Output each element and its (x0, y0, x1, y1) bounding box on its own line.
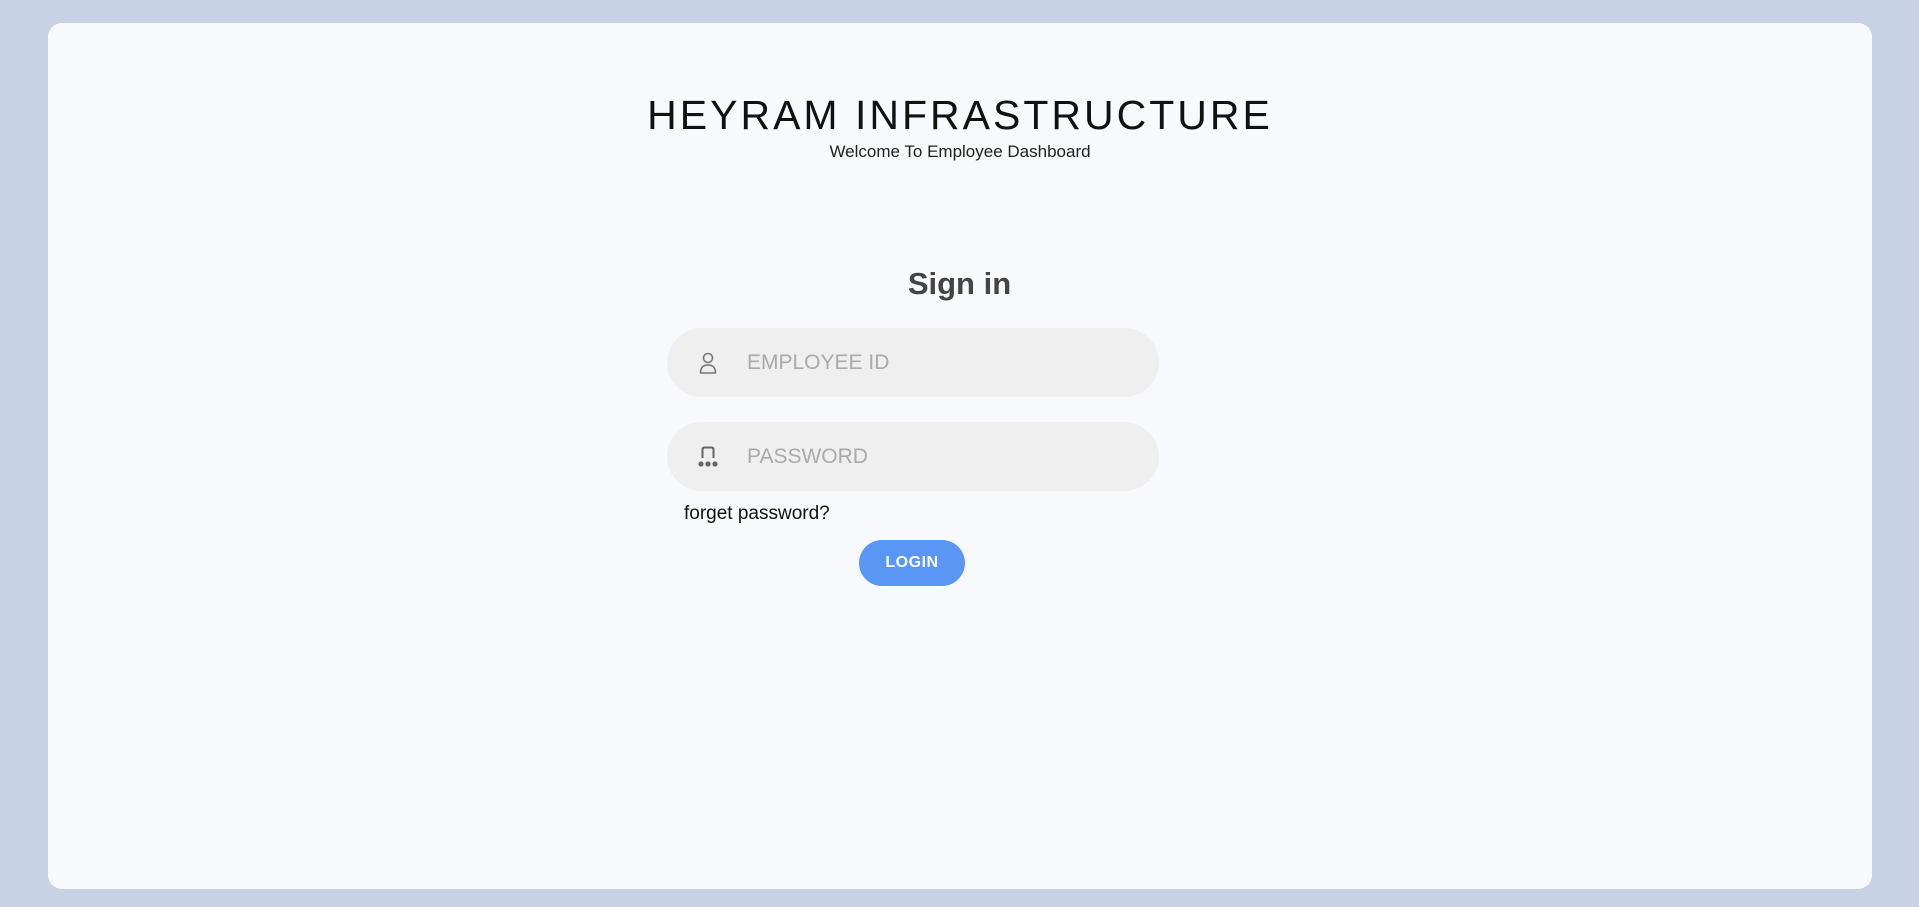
brand-header: HEYRAM INFRASTRUCTURE Welcome To Employe… (48, 91, 1872, 163)
welcome-subtitle: Welcome To Employee Dashboard (829, 142, 1091, 161)
password-input[interactable] (745, 443, 1129, 470)
signin-title: Sign in (907, 266, 1012, 301)
password-icon (697, 444, 719, 470)
employee-id-field[interactable] (667, 328, 1159, 397)
company-title: HEYRAM INFRASTRUCTURE (647, 92, 1273, 138)
password-field[interactable] (667, 422, 1159, 491)
forgot-password-link[interactable]: forget password? (684, 503, 830, 525)
employee-id-input[interactable] (745, 349, 1129, 376)
user-icon (697, 350, 719, 376)
login-button[interactable]: LOGIN (859, 540, 965, 586)
